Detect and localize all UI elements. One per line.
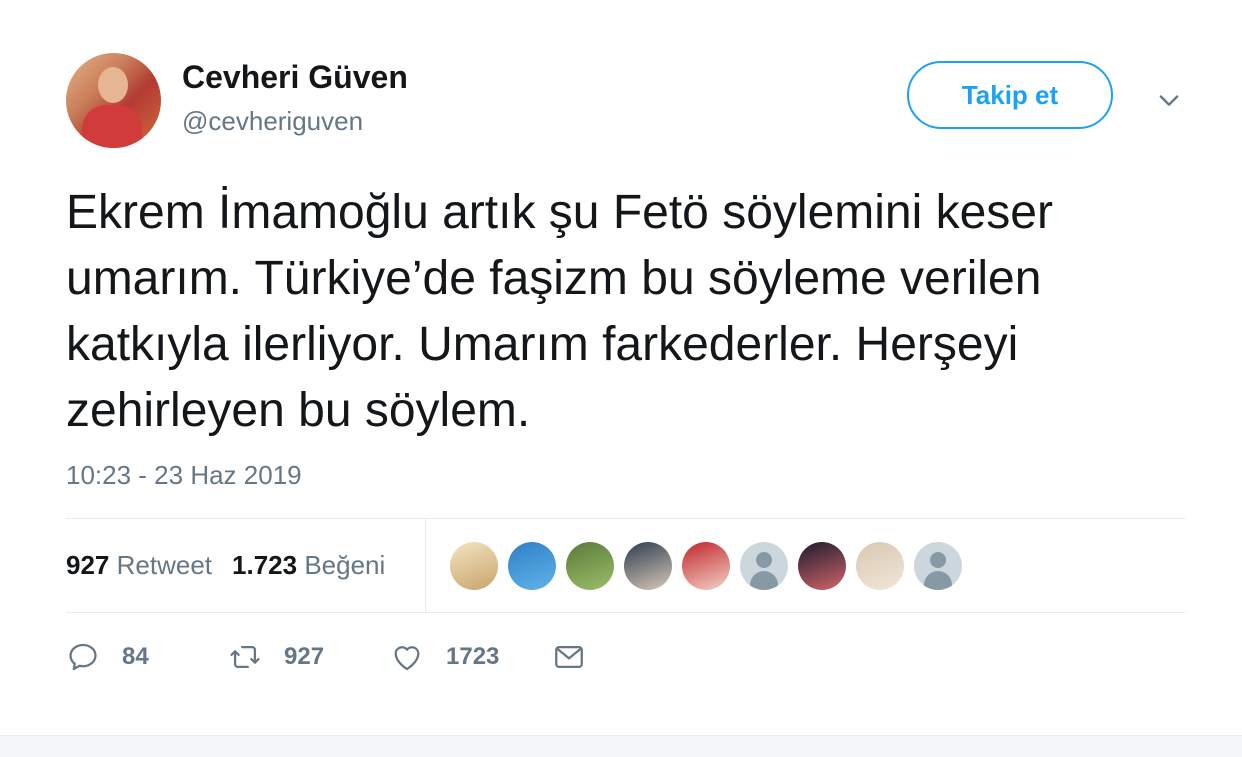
divider — [425, 519, 426, 613]
retweet-count: 927 — [284, 643, 325, 670]
retweet-stat-label: Retweet — [116, 550, 213, 580]
reply-icon — [69, 643, 97, 671]
liker-avatars — [450, 542, 962, 590]
like-stat-count: 1.723 — [232, 550, 298, 580]
user-handle[interactable]: @cevheriguven — [182, 106, 363, 137]
retweet-icon — [230, 645, 260, 669]
divider — [66, 518, 1185, 519]
envelope-icon — [555, 645, 583, 669]
tweet-stats: 927 Retweet 1.723 Beğeni — [66, 550, 385, 581]
follow-button[interactable]: Takip et — [907, 61, 1113, 129]
direct-message-button[interactable] — [552, 640, 586, 674]
bottom-bar — [0, 735, 1242, 757]
liker-avatar[interactable] — [856, 542, 904, 590]
tweet-timestamp[interactable]: 10:23 - 23 Haz 2019 — [66, 460, 302, 491]
avatar[interactable] — [66, 53, 161, 148]
like-button[interactable]: 1723 — [390, 640, 552, 674]
liker-avatar[interactable] — [508, 542, 556, 590]
reply-button[interactable]: 84 — [66, 640, 228, 674]
liker-avatar[interactable] — [624, 542, 672, 590]
liker-avatar[interactable] — [450, 542, 498, 590]
divider — [66, 612, 1185, 613]
tweet-text: Ekrem İmamoğlu artık şu Fetö söylemini k… — [66, 186, 1053, 437]
like-count: 1723 — [446, 643, 500, 670]
user-name[interactable]: Cevheri Güven — [182, 59, 408, 96]
chevron-down-icon[interactable] — [1155, 86, 1183, 114]
like-stat-label: Beğeni — [304, 550, 386, 580]
liker-avatar[interactable] — [798, 542, 846, 590]
liker-avatar[interactable] — [740, 542, 788, 590]
retweet-stat[interactable]: 927 Retweet — [66, 550, 212, 581]
avatar-face — [98, 67, 128, 103]
liker-avatar[interactable] — [566, 542, 614, 590]
liker-avatar[interactable] — [914, 542, 962, 590]
retweet-stat-count: 927 — [66, 550, 110, 580]
like-stat[interactable]: 1.723 Beğeni — [232, 550, 385, 581]
avatar-shirt — [82, 105, 142, 148]
reply-count: 84 — [122, 643, 149, 670]
liker-avatar[interactable] — [682, 542, 730, 590]
retweet-button[interactable]: 927 — [228, 640, 390, 674]
heart-icon — [394, 646, 420, 671]
tweet-actions: 84 927 1723 — [66, 640, 586, 674]
